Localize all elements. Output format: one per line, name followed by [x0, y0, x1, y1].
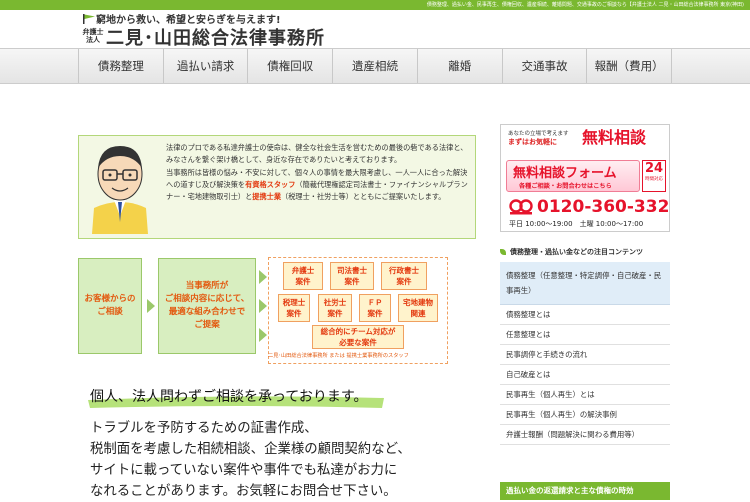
- arrow-right-icon: [259, 299, 267, 313]
- nav-fees[interactable]: 報酬（費用）: [586, 49, 673, 83]
- team-lawyer: 弁護士 案件: [283, 262, 323, 290]
- consult-form-title: 無料相談フォーム: [513, 166, 617, 181]
- nav-traffic[interactable]: 交通事故: [501, 49, 587, 83]
- sidebar-heading: 債務整理・過払い金などの注目コンテンツ: [500, 246, 670, 258]
- team-tax-accountant: 税理士 案件: [278, 294, 310, 322]
- arrow-right-icon: [259, 328, 267, 342]
- flag-icon: [83, 14, 95, 24]
- sidebar-item-mediation[interactable]: 民事調停と手続きの流れ: [500, 345, 670, 365]
- team-labor-consultant: 社労士 案件: [318, 294, 352, 322]
- main-nav: 債務整理 過払い請求 債権回収 遺産相続 離婚 交通事故 報酬（費用）: [0, 48, 750, 84]
- nav-debt[interactable]: 債務整理: [78, 49, 163, 83]
- sidebar-item-bankruptcy[interactable]: 自己破産とは: [500, 365, 670, 385]
- customer-consult-box: お客様からの ご相談: [78, 258, 142, 354]
- greeting-heading: 個人、法人問わずご相談を承っております。: [90, 389, 368, 405]
- intro-text: 法律のプロである私達弁護士の使命は、健全な社会生活を営むための最後の砦である法律…: [166, 143, 468, 202]
- team-caption: 二見･山田総合法律事務所 または 提携士業事務所のスタッフ: [268, 353, 409, 359]
- sidebar-section-overpayment[interactable]: 過払い金の返還請求と主な債権の時効: [500, 482, 670, 500]
- cta-invite-text: まずはお気軽に: [508, 138, 557, 146]
- team-admin-scrivener: 行政書士 案件: [381, 262, 427, 290]
- consult-form-sub: 各種ご相談・お問合わせはこちら: [519, 183, 612, 190]
- cta-big-text: 無料相談: [582, 128, 647, 147]
- phone-number[interactable]: 0120-360-332: [537, 197, 669, 217]
- arrow-right-icon: [147, 299, 155, 313]
- arrow-right-icon: [259, 270, 267, 284]
- firm-type-label: 弁護士 法人: [82, 28, 104, 44]
- sidebar-list: 債務整理（任意整理・特定調停・自己破産・民事再生） 債務整理とは 任意整理とは …: [500, 262, 670, 445]
- top-bar: 債務整理、過払い金、民事再生、債権回収、遺産相続、離婚問題、交通事故のご相談なら…: [0, 0, 750, 10]
- firm-name-logo[interactable]: 二見･山田総合法律事務所: [106, 24, 325, 50]
- firm-proposal-box: 当事務所が ご相談内容に応じて、 最適な組み合わせで ご提案: [158, 258, 256, 354]
- nav-collection[interactable]: 債権回収: [247, 49, 332, 83]
- sidebar-item-voluntary[interactable]: 任意整理とは: [500, 325, 670, 345]
- team-real-estate: 宅地建物 関連: [398, 294, 438, 322]
- nav-divorce[interactable]: 離婚: [416, 49, 502, 83]
- business-hours: 平日 10:00～19:00 土曜 10:00～17:00: [509, 220, 644, 228]
- 24h-badge: 24 時間対応: [642, 160, 666, 192]
- team-fp: ＦＰ 案件: [359, 294, 391, 322]
- body-text: トラブルを予防するための証書作成、 税制面を考慮した相続相談、企業様の顧問契約な…: [90, 421, 411, 499]
- free-dial-icon: [509, 199, 533, 215]
- sidebar-item-fees[interactable]: 弁護士報酬（問題解決に関わる費用等）: [500, 425, 670, 445]
- team-combined: 総合的にチーム対応が 必要な案件: [312, 325, 404, 349]
- sidebar-item-debt-overview[interactable]: 債務整理（任意整理・特定調停・自己破産・民事再生）: [500, 262, 670, 305]
- nav-overpayment[interactable]: 過払い請求: [162, 49, 248, 83]
- nav-inheritance[interactable]: 遺産相続: [332, 49, 417, 83]
- lawyer-illustration: [92, 146, 148, 234]
- cta-small-text: あなたの立場で考えます: [508, 131, 569, 137]
- team-judicial-scrivener: 司法書士 案件: [330, 262, 374, 290]
- sidebar-item-rehab-cases[interactable]: 民事再生（個人再生）の解決事例: [500, 405, 670, 425]
- top-bar-text: 債務整理、過払い金、民事再生、債権回収、遺産相続、離婚問題、交通事故のご相談なら…: [426, 2, 744, 8]
- leaf-icon: [500, 249, 506, 255]
- sidebar-item-rehab[interactable]: 民事再生（個人再生）とは: [500, 385, 670, 405]
- sidebar-item-debt[interactable]: 債務整理とは: [500, 305, 670, 325]
